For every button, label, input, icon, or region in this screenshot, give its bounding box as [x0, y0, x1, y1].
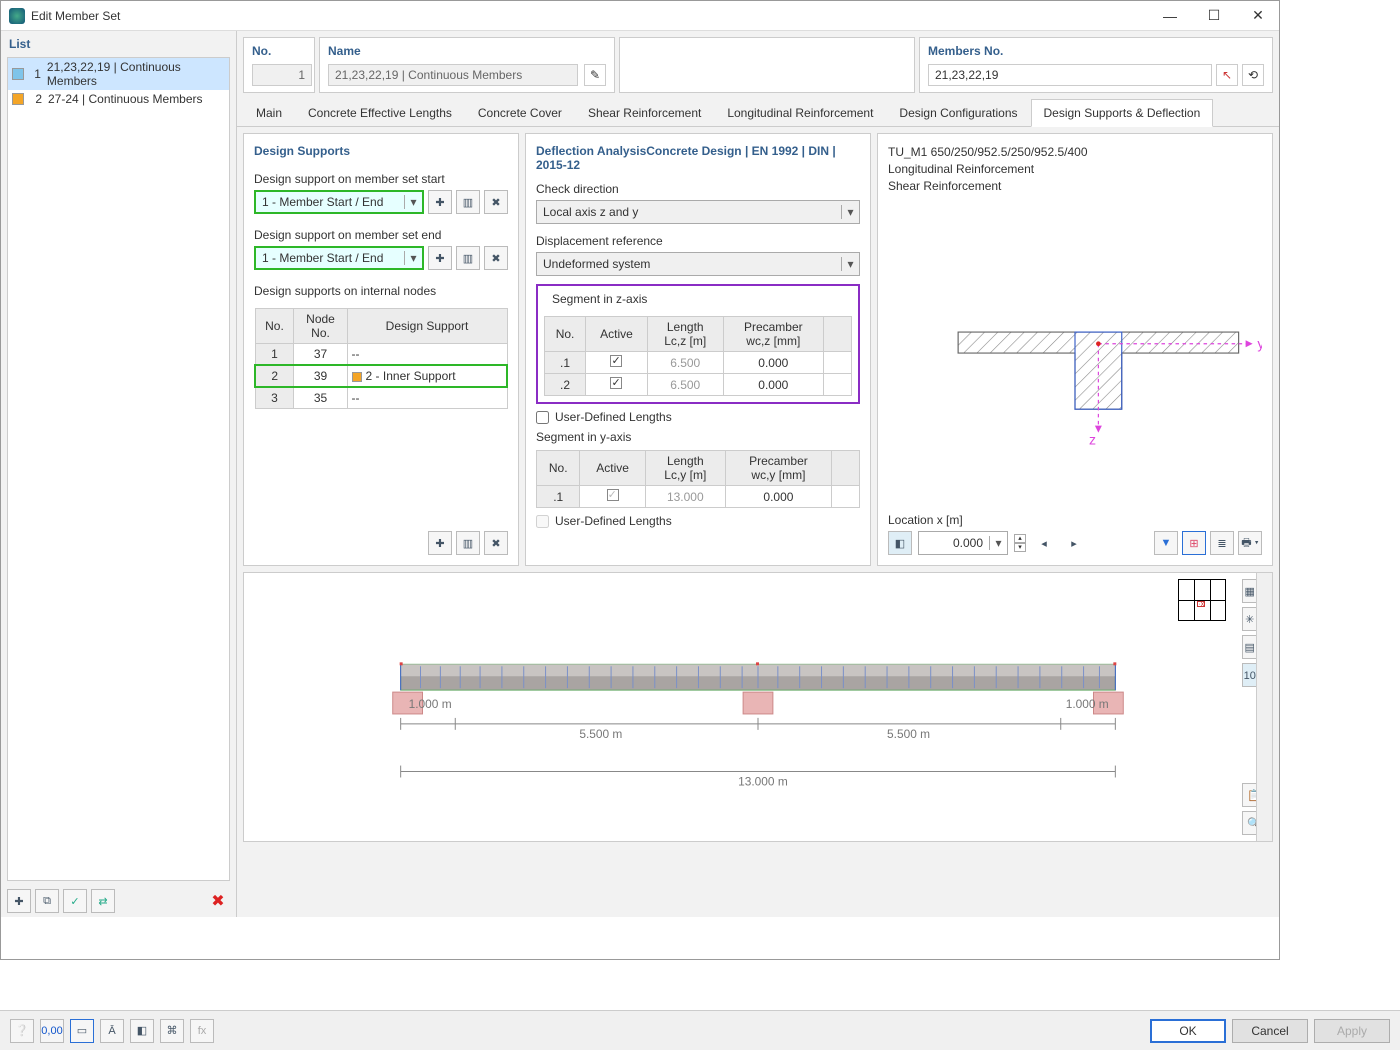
- minimize-button[interactable]: —: [1157, 6, 1183, 26]
- tab-shear-reinforcement[interactable]: Shear Reinforcement: [575, 99, 714, 126]
- maximize-button[interactable]: ☐: [1201, 6, 1227, 26]
- new-support-icon[interactable]: ✚: [428, 190, 452, 214]
- member-set-list[interactable]: 121,23,22,19 | Continuous Members227-24 …: [7, 57, 230, 881]
- support-end-combo[interactable]: 1 - Member Start / End▾: [254, 246, 424, 270]
- support-start-combo[interactable]: 1 - Member Start / End▾: [254, 190, 424, 214]
- list-header: List: [1, 31, 236, 53]
- reverse-icon[interactable]: ⟲: [1242, 64, 1264, 86]
- cancel-button[interactable]: Cancel: [1232, 1019, 1308, 1043]
- view-mode-icon[interactable]: ⊞: [1182, 531, 1206, 555]
- print-icon[interactable]: 🖶 ▾: [1238, 531, 1262, 555]
- tab-concrete-effective-lengths[interactable]: Concrete Effective Lengths: [295, 99, 465, 126]
- ok-button[interactable]: OK: [1150, 1019, 1226, 1043]
- blank-field: [619, 37, 915, 93]
- view-cube[interactable]: ·x: [1178, 579, 1226, 621]
- no-field: No. 1: [243, 37, 315, 93]
- check-direction-combo[interactable]: Local axis z and y▾: [536, 200, 860, 224]
- pick-members-icon[interactable]: ↖: [1216, 64, 1238, 86]
- bound-icon[interactable]: ▭: [70, 1019, 94, 1043]
- section-panel: TU_M1 650/250/952.5/250/952.5/400 Longit…: [877, 133, 1273, 566]
- copy-icon[interactable]: ⧉: [35, 889, 59, 913]
- clear-support-icon[interactable]: ✖: [484, 190, 508, 214]
- svg-text:13.000 m: 13.000 m: [738, 775, 788, 789]
- internal-supports-table[interactable]: No.NodeNo.Design Support137--2392 - Inne…: [254, 308, 508, 409]
- udl-y-checkbox[interactable]: User-Defined Lengths: [536, 514, 860, 528]
- list-toolbar: ✚ ⧉ ✓ ⇄ ✖: [1, 885, 236, 917]
- scrollbar[interactable]: [1256, 573, 1272, 841]
- loc-down[interactable]: ▾: [1014, 543, 1026, 552]
- delete-icon[interactable]: ✖: [206, 889, 230, 913]
- script-icon[interactable]: ⌘: [160, 1019, 184, 1043]
- location-x-input[interactable]: 0.000▾: [918, 531, 1008, 555]
- tab-design-configurations[interactable]: Design Configurations: [886, 99, 1030, 126]
- no-value: 1: [252, 64, 312, 86]
- help-icon[interactable]: ❔: [10, 1019, 34, 1043]
- beam-svg: 1.000 m 5.500 m 5.500 m 1.000 m 13.000 m: [244, 573, 1272, 841]
- new-support2-icon[interactable]: ✚: [428, 246, 452, 270]
- app-icon: [9, 8, 25, 24]
- svg-text:5.500 m: 5.500 m: [887, 727, 930, 741]
- tbl-del-icon[interactable]: ✖: [484, 531, 508, 555]
- svg-text:5.500 m: 5.500 m: [579, 727, 622, 741]
- section-info: TU_M1 650/250/952.5/250/952.5/400 Longit…: [888, 144, 1262, 194]
- deflection-panel: Deflection AnalysisConcrete Design | EN …: [525, 133, 871, 566]
- svg-text:z: z: [1089, 432, 1096, 448]
- bottom-bar: ❔ 0,00 ▭ Ā ◧ ⌘ fx OK Cancel Apply: [0, 1010, 1400, 1050]
- origin-icon[interactable]: ◧: [888, 531, 912, 555]
- design-supports-panel: Design Supports Design support on member…: [243, 133, 519, 566]
- fx-icon[interactable]: fx: [190, 1019, 214, 1043]
- check-icon[interactable]: ✓: [63, 889, 87, 913]
- tbl-new-icon[interactable]: ✚: [428, 531, 452, 555]
- name-value: 21,23,22,19 | Continuous Members: [328, 64, 578, 86]
- titlebar: Edit Member Set — ☐ ✕: [1, 1, 1279, 31]
- window-title: Edit Member Set: [31, 9, 1157, 23]
- segment-z-table[interactable]: No.ActiveLengthLc,z [m]Precamberwc,z [mm…: [544, 316, 852, 396]
- close-button[interactable]: ✕: [1245, 6, 1271, 26]
- result-filter-icon[interactable]: ▼: [1154, 531, 1178, 555]
- udl-z-checkbox[interactable]: User-Defined Lengths: [536, 410, 860, 424]
- svg-text:y: y: [1257, 336, 1262, 352]
- section-view: y z: [888, 202, 1262, 509]
- layer-icon[interactable]: ◧: [130, 1019, 154, 1043]
- loc-prev-icon[interactable]: ◂: [1032, 531, 1056, 555]
- tab-design-supports-deflection[interactable]: Design Supports & Deflection: [1031, 99, 1214, 127]
- left-panel: List 121,23,22,19 | Continuous Members22…: [1, 31, 237, 917]
- segment-y-table[interactable]: No.ActiveLengthLc,y [m]Precamberwc,y [mm…: [536, 450, 860, 508]
- apply-button[interactable]: Apply: [1314, 1019, 1390, 1043]
- list-item[interactable]: 121,23,22,19 | Continuous Members: [8, 58, 229, 90]
- tabs: MainConcrete Effective LengthsConcrete C…: [237, 99, 1279, 127]
- name-field: Name 21,23,22,19 | Continuous Members ✎: [319, 37, 615, 93]
- new-icon[interactable]: ✚: [7, 889, 31, 913]
- edit-support-icon[interactable]: ▥: [456, 190, 480, 214]
- svg-text:1.000 m: 1.000 m: [1066, 697, 1109, 711]
- units-icon[interactable]: 0,00: [40, 1019, 64, 1043]
- list-item[interactable]: 227-24 | Continuous Members: [8, 90, 229, 108]
- tab-concrete-cover[interactable]: Concrete Cover: [465, 99, 575, 126]
- edit-name-icon[interactable]: ✎: [584, 64, 606, 86]
- tab-main[interactable]: Main: [243, 99, 295, 126]
- edit-support2-icon[interactable]: ▥: [456, 246, 480, 270]
- members-no-input[interactable]: 21,23,22,19: [928, 64, 1212, 86]
- axes-icon[interactable]: Ā: [100, 1019, 124, 1043]
- clear-support2-icon[interactable]: ✖: [484, 246, 508, 270]
- tbl-lib-icon[interactable]: ▥: [456, 531, 480, 555]
- segment-z-group: Segment in z-axis No.ActiveLengthLc,z [m…: [536, 284, 860, 404]
- swap-icon[interactable]: ⇄: [91, 889, 115, 913]
- loc-up[interactable]: ▴: [1014, 534, 1026, 543]
- loc-next-icon[interactable]: ▸: [1062, 531, 1086, 555]
- tab-longitudinal-reinforcement[interactable]: Longitudinal Reinforcement: [714, 99, 886, 126]
- beam-preview: ·x ▦ ▾ ✳ ▾ ▤ ▾ 10 ▾ 📋 🔍: [243, 572, 1273, 842]
- svg-text:1.000 m: 1.000 m: [409, 697, 452, 711]
- members-no-field: Members No. 21,23,22,19 ↖ ⟲: [919, 37, 1273, 93]
- displacement-ref-combo[interactable]: Undeformed system▾: [536, 252, 860, 276]
- values-icon[interactable]: ≣: [1210, 531, 1234, 555]
